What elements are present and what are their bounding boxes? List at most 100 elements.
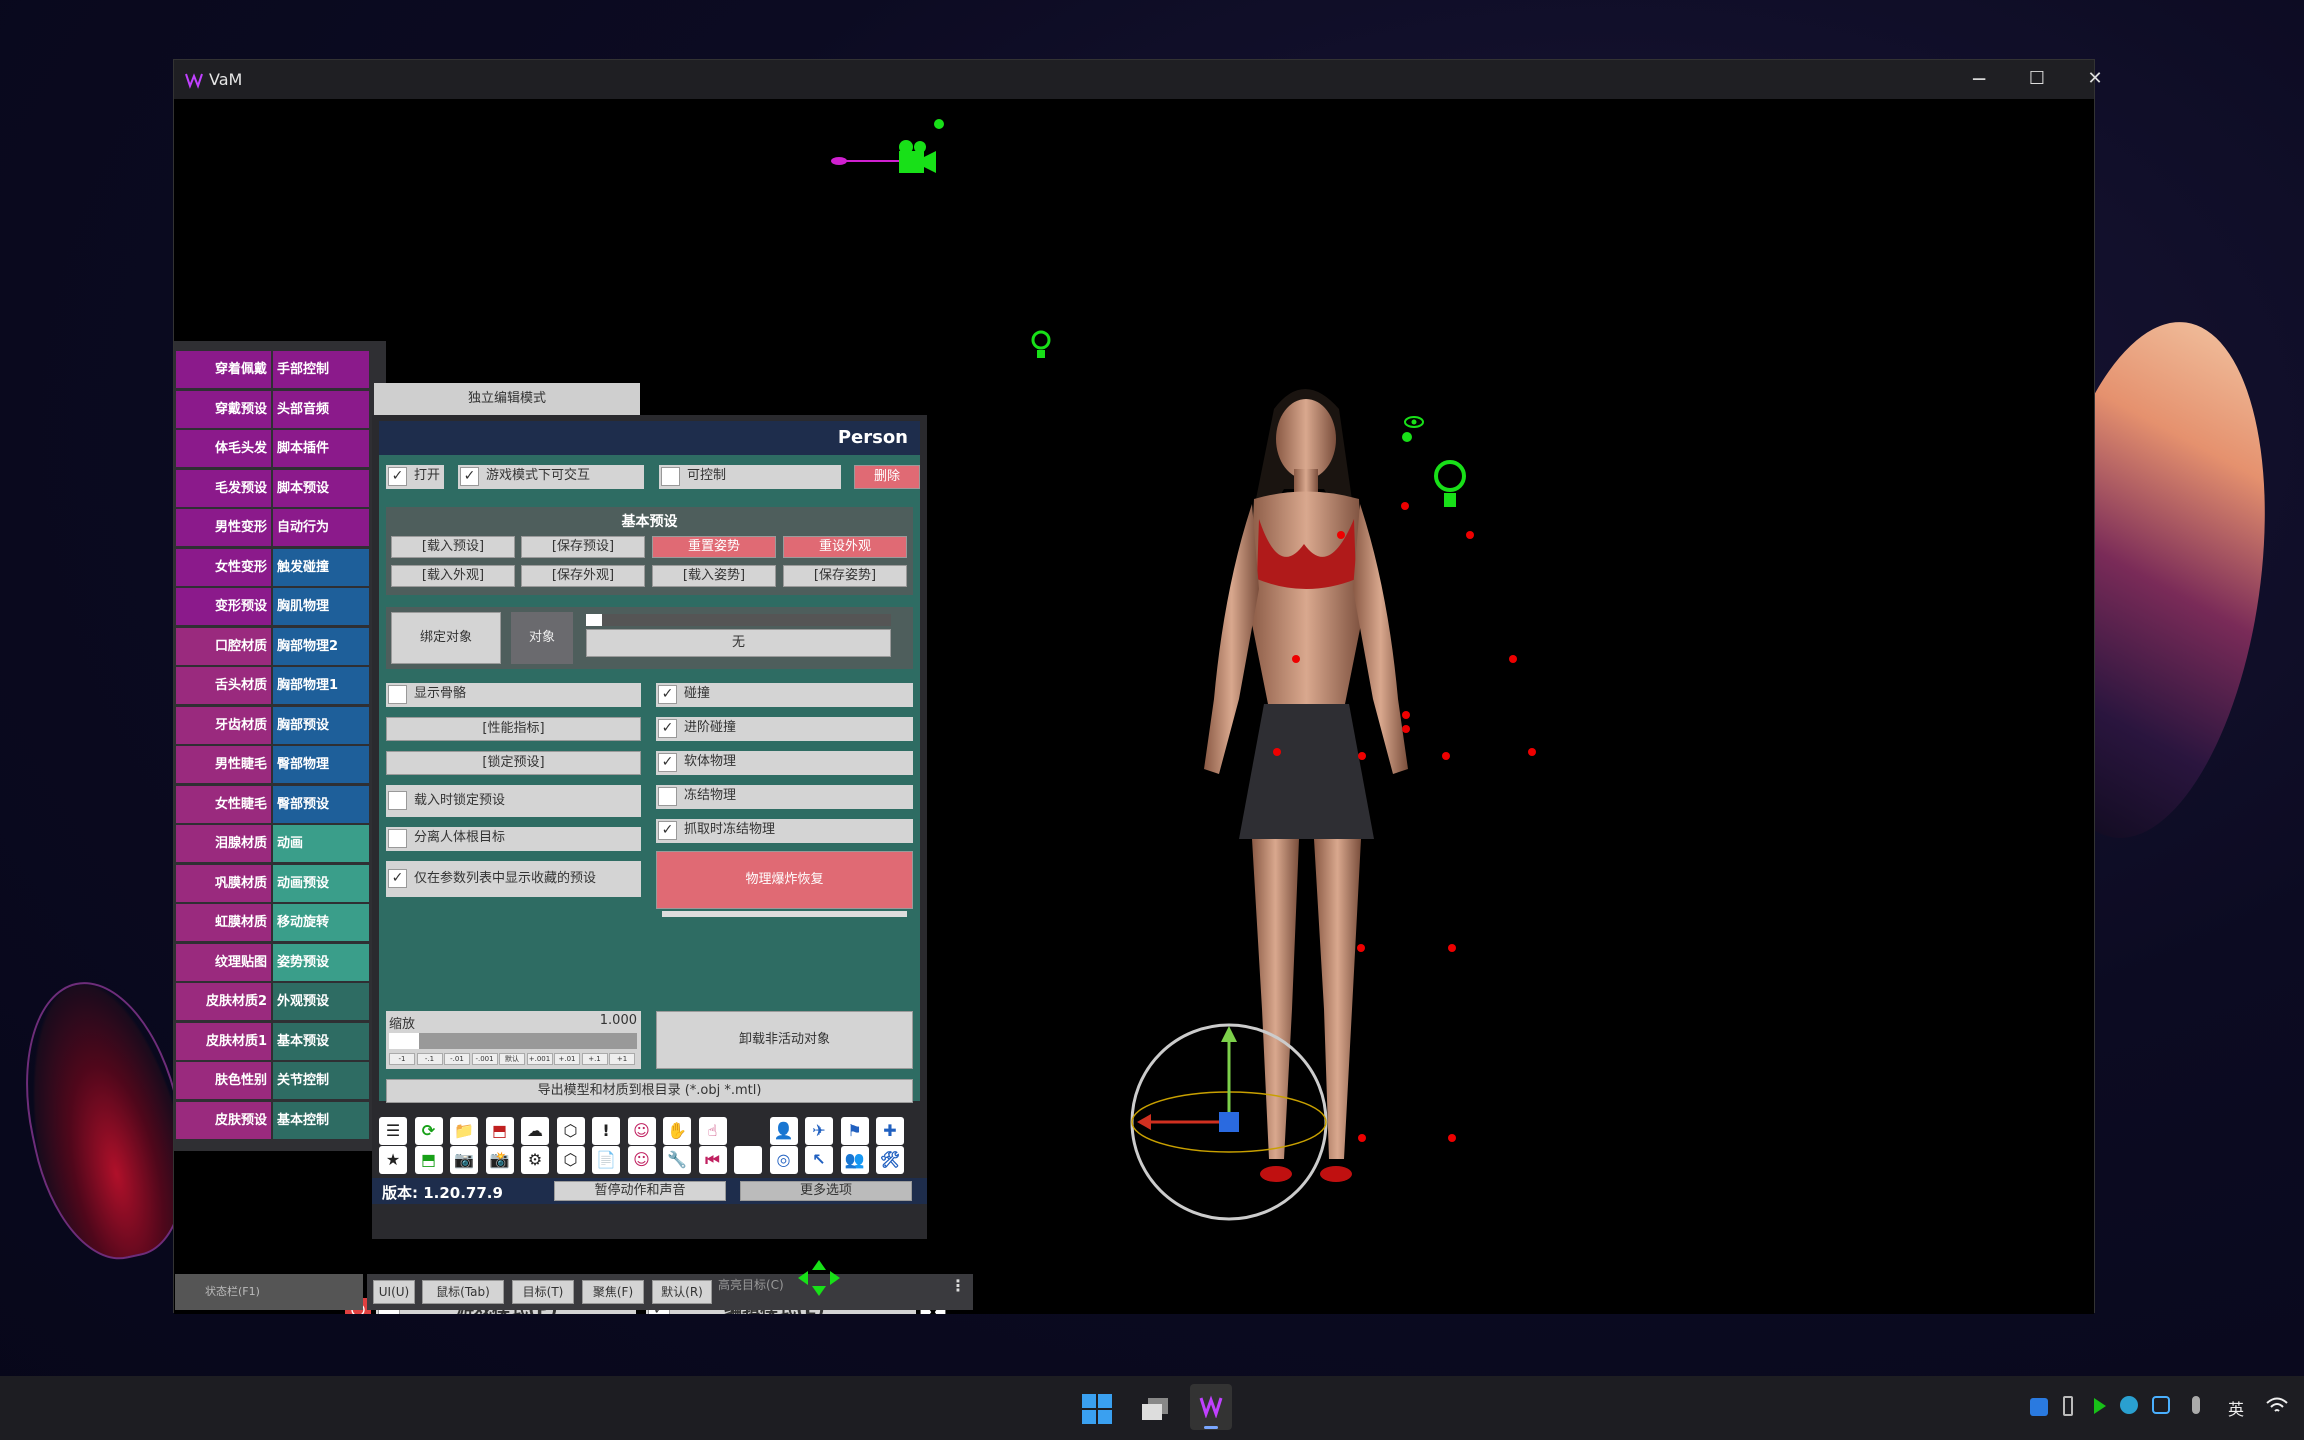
microphone-icon[interactable] (2192, 1396, 2200, 1414)
reset-pose-button[interactable]: 重置姿势 (652, 536, 776, 558)
left-tab[interactable]: 外观预设 (273, 983, 369, 1020)
left-tab[interactable]: 口腔材质 (176, 627, 271, 665)
control-point[interactable] (1337, 531, 1345, 539)
toolbar-icon-button[interactable]: ⬡ (556, 1117, 585, 1145)
left-tab[interactable]: 肤色性别 (176, 1062, 271, 1099)
adv-collision-checkbox[interactable]: ✓ 进阶碰撞 (656, 717, 913, 741)
scale-step-button[interactable]: 默认 (499, 1053, 525, 1065)
control-point[interactable] (1402, 725, 1410, 733)
vam-taskbar-item[interactable] (1190, 1384, 1232, 1430)
toolbar-icon-button[interactable]: ⟳ (414, 1117, 443, 1145)
control-point[interactable] (1442, 752, 1450, 760)
left-tab[interactable]: 基本控制 (273, 1101, 369, 1139)
control-point[interactable] (1509, 655, 1517, 663)
control-point[interactable] (1357, 944, 1365, 952)
toolbar-icon-button[interactable]: 📄 (592, 1146, 620, 1174)
left-tab[interactable]: 臀部预设 (273, 785, 369, 823)
close-button[interactable]: ✕ (2065, 60, 2125, 99)
toolbar-icon-button[interactable]: 🔧 (663, 1146, 691, 1174)
mouse-shortcut-button[interactable]: 鼠标(Tab) (422, 1280, 504, 1304)
left-tab[interactable]: 穿着佩戴 (176, 351, 271, 388)
toolbar-icon-button[interactable]: ⬒ (485, 1117, 514, 1145)
left-tab[interactable]: 手部控制 (273, 351, 369, 388)
toolbar-icon-button[interactable]: ☁ (521, 1117, 549, 1145)
left-tab[interactable]: 胸部物理1 (273, 667, 369, 704)
status-bar-toggle[interactable]: 状态栏(F1) (175, 1274, 363, 1310)
left-tab[interactable]: 脚本预设 (273, 469, 369, 507)
left-tab[interactable]: 虹膜材质 (176, 904, 271, 941)
minimize-button[interactable]: ─ (1949, 60, 2009, 99)
left-tab[interactable]: 头部音频 (273, 390, 369, 428)
soft-physics-checkbox[interactable]: ✓ 软体物理 (656, 751, 913, 775)
light-bulb-icon[interactable] (1030, 329, 1052, 361)
toolbar-icon-button[interactable]: ☺ (627, 1146, 656, 1174)
focus-shortcut-button[interactable]: 聚焦(F) (582, 1280, 644, 1304)
toolbar-icon-button[interactable]: 👤 (769, 1117, 798, 1145)
lock-on-load-checkbox[interactable]: 载入时锁定预设 (386, 785, 641, 817)
game-mode-interact-checkbox[interactable]: ✓ 游戏模式下可交互 (458, 465, 644, 489)
save-preset-button[interactable]: [保存预设] (521, 536, 645, 558)
show-bones-checkbox[interactable]: 显示骨骼 (386, 683, 641, 707)
scene-viewport[interactable]: 穿着佩戴 手部控制 穿戴预设 头部音频 体毛头发 脚本插件 毛发预设 脚本预设 男性变形 自动行为… (174, 99, 2094, 1314)
highlight-target-label[interactable]: 高亮目标(C) (718, 1276, 784, 1293)
toolbar-icon-button[interactable]: ! (592, 1117, 620, 1145)
toolbar-icon-button[interactable]: ☝ (698, 1117, 727, 1145)
toolbar-icon-button[interactable]: ◎ (769, 1146, 798, 1174)
control-point[interactable] (1292, 655, 1300, 663)
left-tab[interactable]: 女性变形 (176, 548, 271, 586)
left-tab[interactable]: 体毛头发 (176, 430, 271, 467)
control-point[interactable] (1401, 502, 1409, 510)
windows-start-icon[interactable] (1082, 1394, 1112, 1424)
toolbar-icon-button[interactable]: ↖ (805, 1146, 833, 1174)
control-point[interactable] (1358, 1134, 1366, 1142)
toolbar-icon-button[interactable]: ✈ (805, 1117, 833, 1145)
toolbar-icon-button[interactable]: ✚ (876, 1117, 904, 1145)
physics-recover-slider[interactable] (662, 911, 907, 917)
toolbar-icon-button[interactable]: 📁 (450, 1117, 478, 1145)
detach-root-checkbox[interactable]: 分离人体根目标 (386, 827, 641, 851)
export-obj-button[interactable]: 导出模型和材质到根目录 (*.obj *.mtl) (386, 1079, 913, 1103)
camera-icon[interactable] (824, 139, 944, 184)
tray-app-icon[interactable] (2030, 1398, 2048, 1416)
perf-button[interactable]: [性能指标] (386, 717, 641, 741)
toolbar-icon-button[interactable]: ☰ (379, 1117, 407, 1145)
title-bar[interactable]: VaM ─ ☐ ✕ (174, 60, 2103, 99)
ui-shortcut-button[interactable]: UI(U) (373, 1280, 415, 1304)
scale-step-button[interactable]: -1 (389, 1053, 415, 1065)
scale-step-button[interactable]: -.1 (416, 1053, 443, 1065)
favorites-only-checkbox[interactable]: ✓ 仅在参数列表中显示收藏的预设 (386, 861, 641, 897)
default-shortcut-button[interactable]: 默认(R) (652, 1280, 712, 1304)
toolbar-icon-button[interactable]: ☺ (627, 1117, 656, 1145)
scale-step-button[interactable]: +.01 (554, 1053, 580, 1065)
move-arrows-icon[interactable] (794, 1258, 844, 1298)
toolbar-icon-button[interactable]: ⏮ (698, 1146, 727, 1174)
left-tab[interactable]: 胸部物理2 (273, 627, 369, 665)
maximize-button[interactable]: ☐ (2007, 60, 2067, 99)
scale-step-button[interactable]: -.001 (471, 1053, 498, 1065)
scale-step-button[interactable]: +1 (609, 1053, 635, 1065)
security-icon[interactable] (2152, 1396, 2170, 1414)
wifi-icon[interactable] (2266, 1396, 2288, 1414)
left-tab[interactable]: 男性睫毛 (176, 746, 271, 783)
left-tab[interactable]: 巩膜材质 (176, 864, 271, 902)
left-tab[interactable]: 胸部预设 (273, 706, 369, 744)
scale-step-button[interactable]: +.001 (526, 1053, 553, 1065)
scale-step-button[interactable]: +.1 (581, 1053, 608, 1065)
save-look-button[interactable]: [保存外观] (521, 565, 645, 587)
toolbar-icon-button[interactable]: ⚙ (521, 1146, 549, 1174)
object-select[interactable]: 无 (586, 629, 891, 657)
left-tab[interactable]: 臀部物理 (273, 746, 369, 783)
pause-button[interactable]: 暂停动作和声音 (554, 1181, 726, 1201)
left-tab[interactable]: 皮肤材质2 (176, 983, 271, 1020)
left-tab[interactable]: 皮肤预设 (176, 1101, 271, 1139)
left-tab[interactable]: 牙齿材质 (176, 706, 271, 744)
left-tab[interactable]: 关节控制 (273, 1062, 369, 1099)
shield-icon[interactable] (2120, 1396, 2138, 1414)
toolbar-icon-button[interactable]: 👥 (840, 1146, 869, 1174)
left-tab[interactable]: 男性变形 (176, 509, 271, 546)
unload-inactive-button[interactable]: 卸载非活动对象 (656, 1011, 913, 1069)
left-tab[interactable]: 纹理贴图 (176, 943, 271, 981)
collision-checkbox[interactable]: ✓ 碰撞 (656, 683, 913, 707)
transform-gizmo[interactable] (1119, 1014, 1339, 1229)
target-shortcut-button[interactable]: 目标(T) (512, 1280, 574, 1304)
